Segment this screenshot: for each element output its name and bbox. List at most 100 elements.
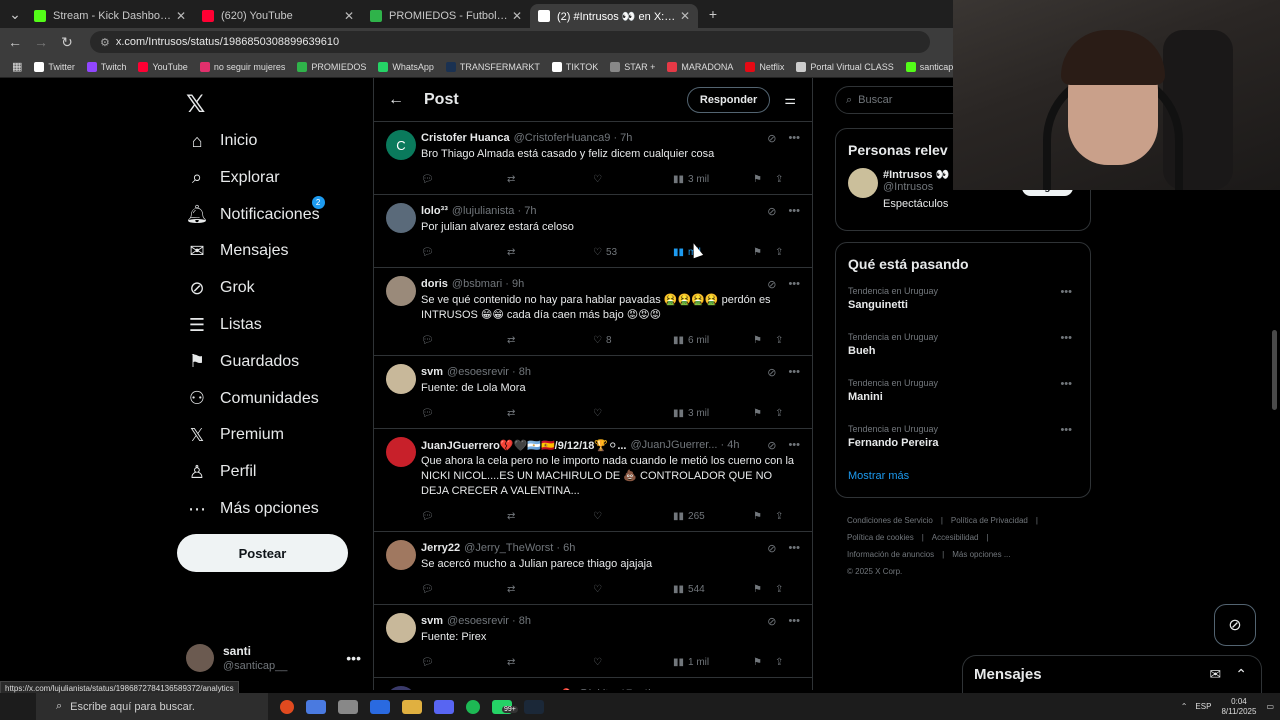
more-icon[interactable]: ••• [788, 366, 800, 378]
bookmark-item[interactable]: TIKTOK [551, 61, 598, 72]
like-button[interactable]: ♡ [593, 174, 673, 185]
chrome-icon[interactable] [280, 699, 294, 714]
retweet-icon[interactable]: ⇄ [507, 584, 593, 595]
nav-item[interactable]: 🔔︎ 2 Notificaciones [186, 195, 325, 230]
reply-icon[interactable]: 💬︎ [421, 408, 507, 419]
bookmark-item[interactable]: STAR + [610, 61, 655, 72]
site-info-icon[interactable]: ⚙ [100, 36, 110, 49]
more-icon[interactable]: ••• [788, 439, 800, 451]
author-name[interactable]: doris [421, 278, 448, 290]
close-tab-icon[interactable]: ✕ [176, 9, 186, 23]
reply-icon[interactable]: 💬︎ [421, 174, 507, 185]
account-switcher[interactable]: santi @santicap__ ••• [186, 644, 361, 672]
bookmark-item[interactable]: TRANSFERMARKT [445, 61, 540, 72]
views-button[interactable]: ▮▮ 6 mil [673, 335, 753, 346]
bookmark-icon[interactable]: ⚑ [753, 511, 775, 522]
url-field[interactable]: ⚙ x.com/Intrusos/status/19868503088996396… [90, 31, 930, 53]
forward-icon[interactable]: → [30, 34, 52, 50]
footer-link[interactable]: © 2025 X Corp. [847, 567, 902, 576]
reply-icon[interactable]: 💬︎ [421, 247, 507, 258]
reply-tweet[interactable]: DEMICHELIS A PLATENSE🎈 @lukitas17 · 4h ⊘… [374, 678, 812, 690]
author-handle[interactable]: @CristoferHuanca9 · 7h [514, 132, 633, 144]
share-icon[interactable]: ⇪ [775, 511, 783, 522]
more-icon[interactable]: ••• [788, 278, 800, 290]
avatar[interactable]: C [386, 130, 416, 160]
author-handle[interactable]: @bsbmari · 9h [452, 278, 524, 290]
nav-item[interactable]: ⋯ Más opciones [186, 494, 319, 524]
bookmark-icon[interactable]: ⚑ [753, 657, 775, 668]
messages-drawer[interactable]: Mensajes ✉ ⌃ [962, 655, 1262, 693]
bookmark-item[interactable]: Portal Virtual CLASS [796, 61, 894, 72]
share-icon[interactable]: ⇪ [775, 174, 783, 185]
notification-icon[interactable]: ▭ [1266, 702, 1274, 711]
bookmark-item[interactable]: WhatsApp [378, 61, 434, 72]
more-icon[interactable]: ••• [788, 132, 800, 144]
new-tab-button[interactable]: + [702, 6, 724, 22]
grok-icon[interactable]: ⊘ [767, 439, 776, 452]
reply-tweet[interactable]: JuanJGuerrero💔🖤🇦🇷🇪🇸/9/12/18🏆⚪... @JuanJG… [374, 429, 812, 532]
retweet-icon[interactable]: ⇄ [507, 335, 593, 346]
folder-icon[interactable] [402, 699, 422, 714]
author-name[interactable]: Cristofer Huanca [421, 132, 510, 144]
reply-icon[interactable]: 💬︎ [421, 511, 507, 522]
like-button[interactable]: ♡ [593, 584, 673, 595]
author-name[interactable]: lolo³³ [421, 205, 448, 217]
nav-item[interactable]: ⊘ Grok [186, 273, 254, 303]
footer-link[interactable]: Política de cookies [847, 533, 914, 542]
avatar[interactable] [386, 203, 416, 233]
grok-icon[interactable]: ⊘ [767, 205, 776, 218]
author-handle[interactable]: @esoesrevir · 8h [447, 366, 531, 378]
reply-icon[interactable]: 💬︎ [421, 657, 507, 668]
bookmark-icon[interactable]: ⚑ [753, 174, 775, 185]
author-handle[interactable]: @JuanJGuerrer... · 4h [631, 439, 740, 451]
avatar[interactable] [386, 364, 416, 394]
reply-tweet[interactable]: svm @esoesrevir · 8h ⊘ ••• Fuente: Pirex… [374, 605, 812, 678]
taskbar-search[interactable]: ⌕ Escribe aquí para buscar. [36, 693, 268, 720]
views-button[interactable]: ▮▮ 3 mil [673, 408, 753, 419]
reply-tweet[interactable]: C Cristofer Huanca @CristoferHuanca9 · 7… [374, 122, 812, 195]
more-icon[interactable]: ••• [788, 542, 800, 554]
nav-item[interactable]: ✉ Mensajes [186, 236, 288, 266]
edge-icon[interactable] [370, 699, 390, 714]
bookmark-item[interactable]: YouTube [138, 61, 188, 72]
like-button[interactable]: ♡ [593, 511, 673, 522]
views-button[interactable]: ▮▮ 265 [673, 511, 753, 522]
avatar[interactable] [386, 437, 416, 467]
more-icon[interactable]: ••• [346, 650, 361, 666]
bookmark-icon[interactable]: ⚑ [753, 335, 775, 346]
x-logo-icon[interactable]: 𝕏 [186, 90, 205, 119]
views-button[interactable]: ▮▮ 3 mil [673, 174, 753, 185]
nav-item[interactable]: 𝕏 Premium [186, 420, 284, 450]
reply-tweet[interactable]: lolo³³ @lujulianista · 7h ⊘ ••• Por juli… [374, 195, 812, 268]
avatar[interactable] [848, 168, 878, 198]
share-icon[interactable]: ⇪ [775, 584, 783, 595]
chevron-up-icon[interactable]: ⌃ [1181, 702, 1188, 711]
bookmark-icon[interactable]: ⚑ [753, 584, 775, 595]
share-icon[interactable]: ⇪ [775, 657, 783, 668]
nav-item[interactable]: ⚇ Comunidades [186, 384, 319, 414]
avatar[interactable] [386, 686, 416, 690]
more-icon[interactable]: ••• [788, 205, 800, 217]
author-handle[interactable]: @Jerry_TheWorst · 6h [464, 542, 575, 554]
nav-item[interactable]: ⌕ Explorar [186, 163, 280, 193]
nav-item[interactable]: ♙ Perfil [186, 457, 257, 487]
retweet-icon[interactable]: ⇄ [507, 174, 593, 185]
app-icon[interactable] [338, 699, 358, 714]
more-icon[interactable]: ••• [788, 688, 800, 690]
bookmark-item[interactable]: PROMIEDOS [297, 61, 366, 72]
close-tab-icon[interactable]: ✕ [680, 9, 690, 23]
lang-indicator[interactable]: ESP [1195, 702, 1211, 711]
like-button[interactable]: ♡ 53 [593, 247, 673, 258]
author-name[interactable]: Jerry22 [421, 542, 460, 554]
grok-icon[interactable]: ⊘ [767, 542, 776, 555]
reply-icon[interactable]: 💬︎ [421, 335, 507, 346]
bookmark-icon[interactable]: ⚑ [753, 247, 775, 258]
show-more-link[interactable]: Mostrar más [848, 470, 1078, 482]
trend-item[interactable]: Tendencia en Uruguay Manini ••• [848, 370, 1078, 416]
author-name[interactable]: JuanJGuerrero💔🖤🇦🇷🇪🇸/9/12/18🏆⚪... [421, 439, 627, 452]
footer-link[interactable]: Política de Privacidad [951, 516, 1028, 525]
more-icon[interactable]: ••• [1060, 424, 1072, 436]
close-tab-icon[interactable]: ✕ [344, 9, 354, 23]
like-button[interactable]: ♡ [593, 657, 673, 668]
grok-icon[interactable]: ⊘ [767, 366, 776, 379]
